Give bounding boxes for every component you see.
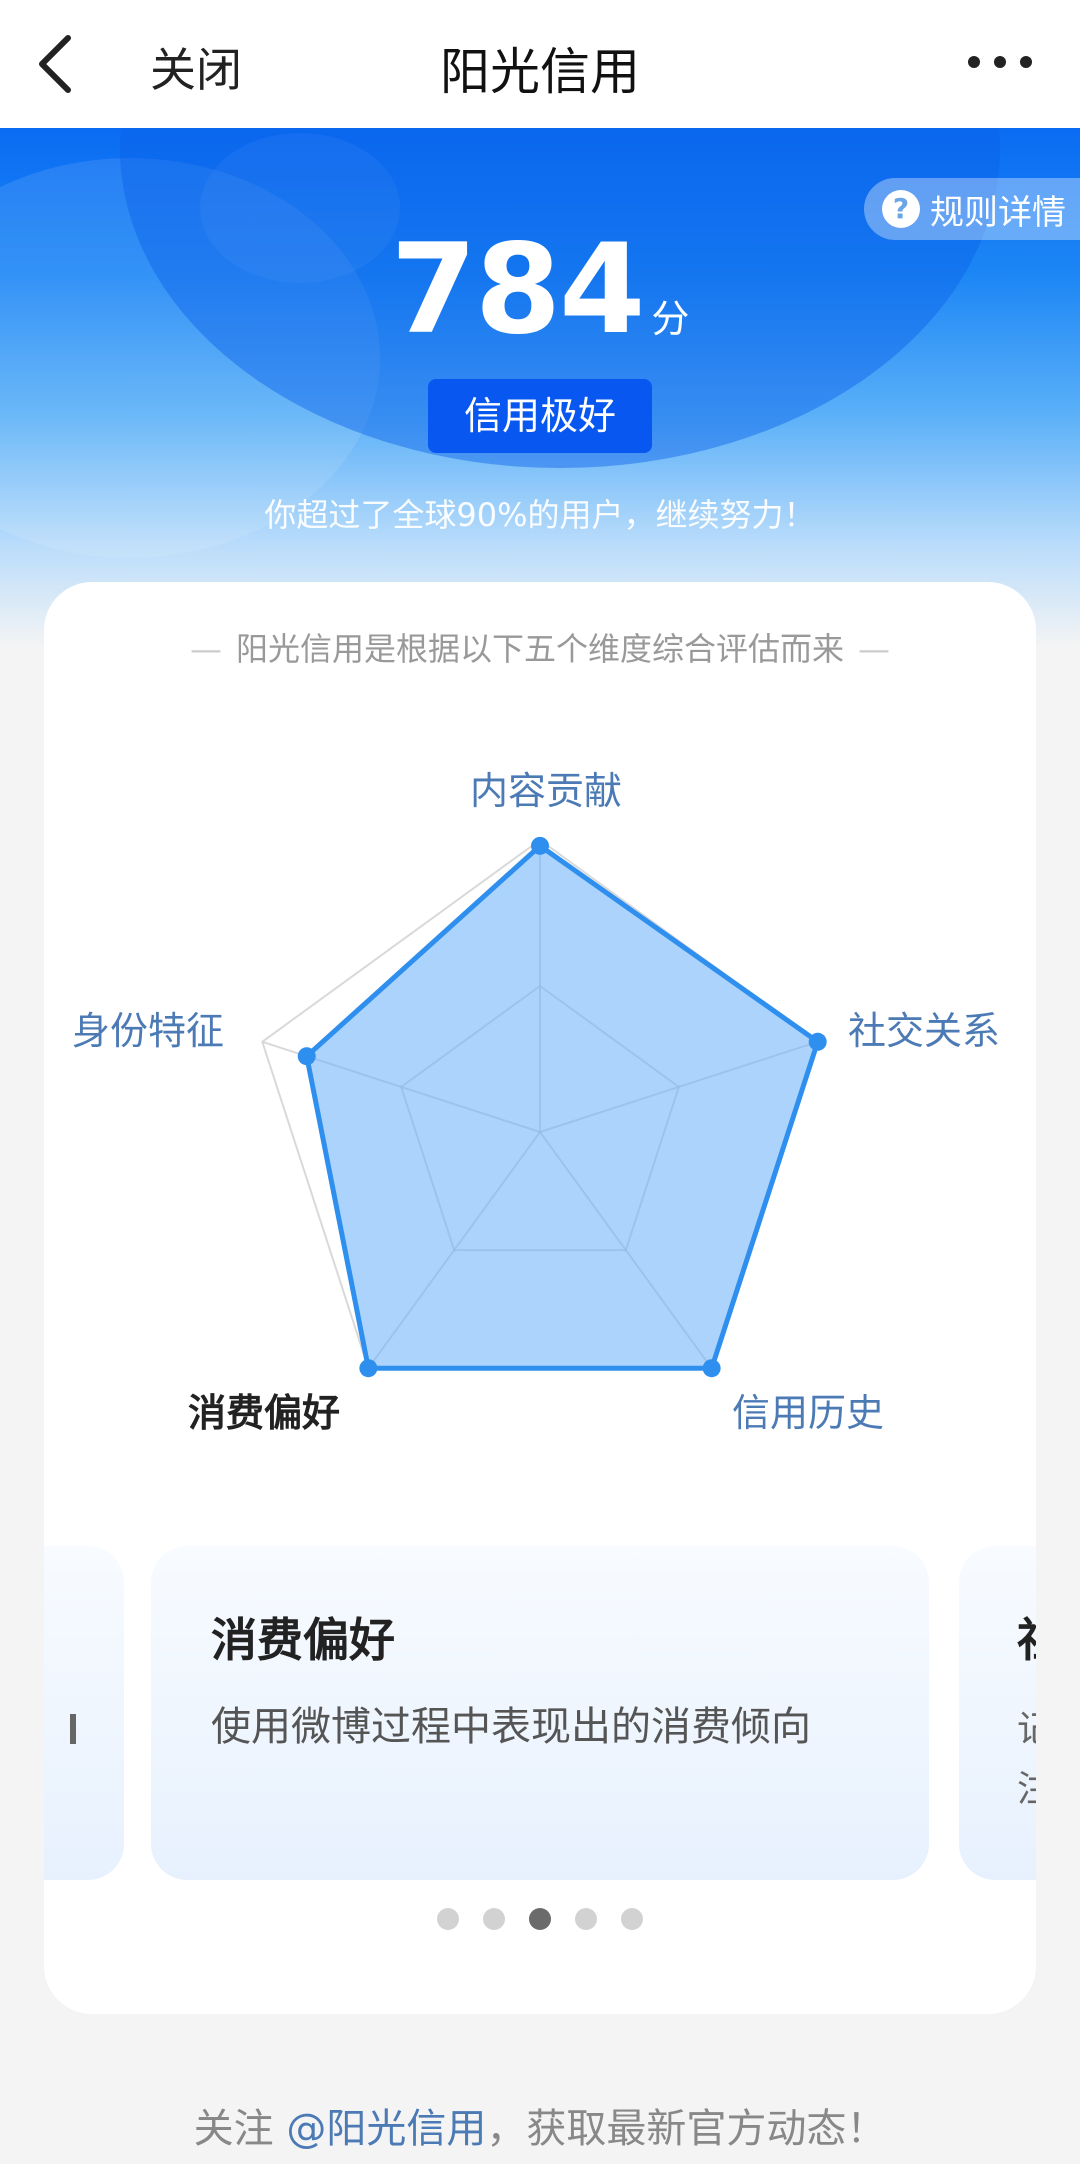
radar-label-social-relations[interactable]: 社交关系: [848, 1000, 1000, 1055]
more-button[interactable]: [960, 38, 1040, 86]
previous-tile-text-fragment: [70, 1714, 76, 1744]
radar-data-point: [808, 1032, 827, 1051]
score-hero: ? 规则详情 784 分 信用极好 你超过了全球90%的用户，继续努力！: [0, 128, 1080, 648]
more-horizontal-icon: [968, 56, 1032, 68]
radar-data-point: [359, 1359, 378, 1378]
tile-description: 使用微博过程中表现出的消费倾向: [211, 1704, 811, 1750]
radar-data-point: [531, 836, 549, 855]
score-unit: 分: [651, 297, 690, 341]
follow-account-link[interactable]: @阳光信用: [286, 2106, 486, 2152]
radar-label-content-contribution[interactable]: 内容贡献: [470, 760, 622, 815]
tile-title: 消费偏好: [211, 1613, 395, 1667]
pager-dot[interactable]: [437, 1908, 459, 1930]
footer-prefix: 关注: [193, 2106, 287, 2152]
pager-dot[interactable]: [621, 1908, 643, 1930]
carousel-tile-next[interactable]: 社 记 注: [959, 1546, 1036, 1880]
dimensions-card: — 阳光信用是根据以下五个维度综合评估而来 — 内容贡献 社交关系 信用历史 消费偏…: [44, 582, 1036, 2014]
pager-dot[interactable]: [529, 1908, 551, 1930]
carousel-tile-previous[interactable]: [44, 1546, 124, 1880]
back-button[interactable]: [30, 30, 90, 98]
credit-score: 784 分: [0, 218, 1080, 362]
score-value: 784: [390, 218, 646, 362]
carousel-pager: [44, 1908, 1036, 1932]
pager-dot[interactable]: [483, 1908, 505, 1930]
radar-data-point: [702, 1359, 721, 1378]
footer-suffix: ，获取最新官方动态！: [486, 2106, 887, 2152]
close-button[interactable]: 关闭: [150, 34, 242, 100]
pager-dot[interactable]: [575, 1908, 597, 1930]
next-tile-text-line2: 注: [1017, 1769, 1036, 1810]
next-tile-text-line1: 记: [1017, 1709, 1036, 1750]
credit-level-badge: 信用极好: [428, 379, 652, 453]
radar-label-credit-history[interactable]: 信用历史: [732, 1382, 884, 1437]
radar-label-identity-traits[interactable]: 身份特征: [72, 1000, 224, 1055]
radar-data-area: [304, 843, 821, 1371]
dimension-carousel[interactable]: 消费偏好 使用微博过程中表现出的消费倾向 社 记 注: [44, 1546, 1036, 1880]
next-tile-title: 社: [1017, 1604, 1036, 1670]
carousel-tile-active[interactable]: 消费偏好 使用微博过程中表现出的消费倾向: [151, 1546, 929, 1880]
radar-data-point: [297, 1047, 316, 1066]
chevron-left-icon: [39, 35, 71, 93]
radar-label-consumption-preference[interactable]: 消费偏好: [188, 1382, 340, 1437]
ranking-text: 你超过了全球90%的用户，继续努力！: [264, 496, 816, 534]
follow-footer: 关注 @阳光信用，获取最新官方动态！: [0, 2096, 1080, 2154]
navigation-bar: 关闭 阳光信用: [0, 0, 1080, 128]
